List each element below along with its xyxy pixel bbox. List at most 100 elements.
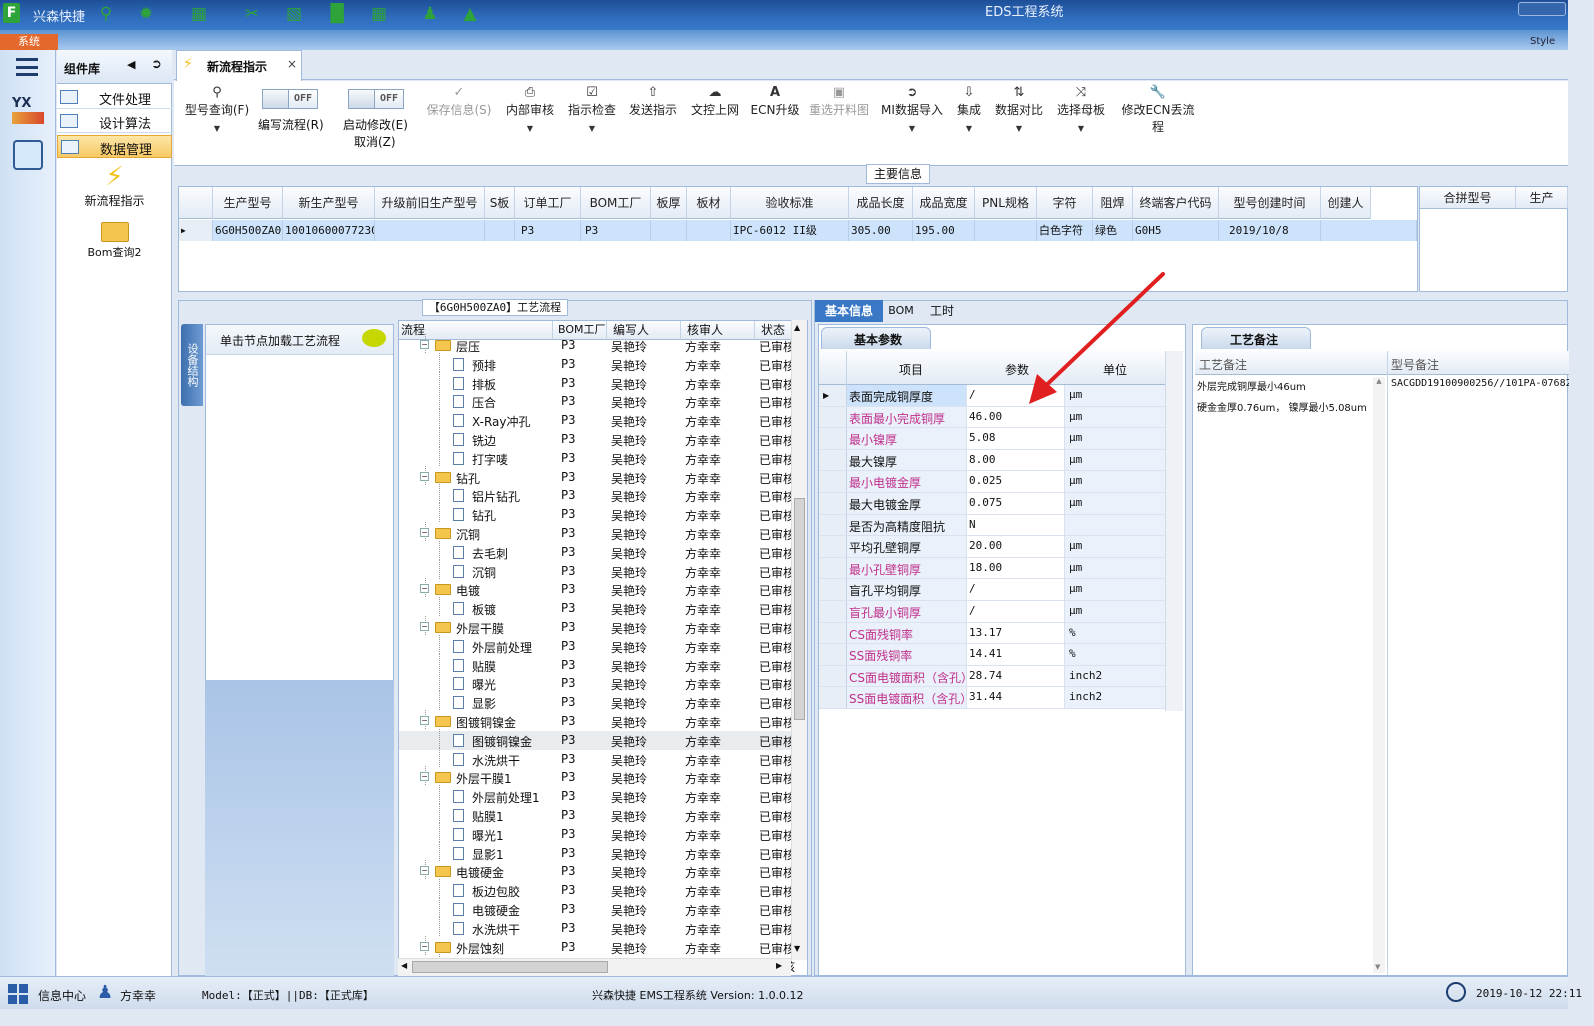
tree-row[interactable]: 曝光 P3 吴艳玲 方幸幸 已审核 [399,672,795,693]
system-tab[interactable]: 系统 [0,34,58,50]
col-header[interactable]: 工艺备注 [1199,356,1247,373]
collapse-node-icon[interactable]: − [420,528,429,537]
nav-item-file[interactable]: 文件处理 [57,86,172,109]
model-note[interactable]: SACGDD19100900256//101PA-07682 [1391,378,1569,389]
data-compare-button[interactable]: ⇅ 数据对比 ▼ [992,85,1046,133]
col-header[interactable]: 型号备注 [1391,356,1439,373]
tree-row[interactable]: 曝光1 P3 吴艳玲 方幸幸 已审核 [399,822,795,844]
scroll-down-icon[interactable]: ▼ [794,944,800,953]
param-row[interactable]: 盲孔平均铜厚 / μm [819,579,1167,601]
cell[interactable]: 白色字符 [1037,220,1093,241]
tree-row[interactable]: 板镀 P3 吴艳玲 方幸幸 已审核 [399,597,795,618]
tab-basic-info[interactable]: 基本信息 [815,300,883,322]
internal-review-button[interactable]: ⎙ 内部审核 ▼ [502,85,558,133]
cancel-label[interactable]: 取消(Z) [354,133,396,150]
row-indicator[interactable] [819,622,847,644]
col-header[interactable]: 合拼型号 [1420,187,1516,209]
col-header[interactable]: 成品宽度 [913,187,975,219]
param-value[interactable]: 0.025 [969,474,1002,487]
user-icon[interactable]: ♟ [418,2,442,26]
new-flow-shortcut[interactable]: ⚡ 新流程指示 [57,162,172,212]
tree-row[interactable]: − 钻孔 P3 吴艳玲 方幸幸 已审核 [399,465,795,487]
row-indicator[interactable] [819,557,847,579]
calculator-icon[interactable] [13,140,43,170]
row-indicator[interactable] [819,428,847,449]
collapse-node-icon[interactable]: − [420,716,429,725]
windows-icon[interactable] [8,984,28,1004]
param-row[interactable]: CS面电镀面积（含孔） 28.74 inch2 [819,665,1167,688]
pin-icon[interactable]: ➲ [151,57,162,72]
tab-new-flow[interactable]: ⚡ 新流程指示 × [176,50,302,81]
param-value[interactable]: 8.00 [969,453,996,466]
scissors-icon[interactable]: ✂ [240,2,264,26]
tree-row[interactable]: 预排 P3 吴艳玲 方幸幸 已审核 [399,352,795,374]
tree-row[interactable]: − 电镀 P3 吴艳玲 方幸幸 已审核 [399,578,795,599]
window-control-button[interactable] [1518,2,1566,16]
collapse-left-icon[interactable]: ◀ [127,58,135,71]
start-modify-toggle[interactable]: OFF [348,89,404,109]
param-row[interactable]: CS面残铜率 13.17% [819,622,1167,645]
param-value[interactable]: 0.075 [969,496,1002,509]
collapse-node-icon[interactable]: − [420,584,429,594]
search-icon[interactable]: ⚲ [94,2,118,26]
col-header[interactable]: S板 [485,187,515,219]
write-flow-toggle[interactable]: OFF [262,89,318,109]
param-value[interactable]: 20.00 [969,539,1002,552]
param-row[interactable]: 是否为高精度阻抗 N [819,514,1167,537]
col-header[interactable]: 阻焊 [1093,187,1133,219]
collapse-node-icon[interactable]: − [420,772,429,782]
param-value[interactable]: 18.00 [969,561,1002,574]
tree-row[interactable]: 铝片钻孔 P3 吴艳玲 方幸幸 已审核 [399,484,795,505]
param-row[interactable]: 平均孔壁铜厚 20.00 μm [819,536,1167,558]
param-value[interactable]: 14.41 [969,647,1002,660]
collapse-node-icon[interactable]: − [420,941,429,951]
collapse-node-icon[interactable]: − [420,866,429,876]
scroll-thumb[interactable] [412,961,608,973]
cell[interactable]: P3 [581,220,651,241]
tree-row[interactable]: − 图镀铜镍金 P3 吴艳玲 方幸幸 已审核 [399,710,795,731]
col-header[interactable]: 字符 [1037,187,1093,219]
tree-row[interactable]: − 外层干膜1 P3 吴艳玲 方幸幸 已审核 [399,766,795,787]
modify-ecn-button[interactable]: 🔧 修改ECN丢流程 [1116,85,1200,135]
cell[interactable]: G0H5 [1133,220,1219,241]
process-note-2[interactable]: 硬金金厚0.76um， 镍厚最小5.08um [1197,403,1367,415]
tab-bom[interactable]: BOM [885,300,917,322]
row-indicator[interactable] [819,449,847,471]
device-structure-tab[interactable]: 设备结构 [181,324,203,406]
cell[interactable]: 绿色 [1093,220,1133,241]
col-header[interactable]: 终端客户代码 [1133,187,1219,219]
cell[interactable] [1321,220,1417,241]
process-note-1[interactable]: 外层完成铜厚最小46um [1197,378,1367,393]
param-value[interactable]: 46.00 [969,410,1002,423]
tree-row[interactable]: 电镀硬金 P3 吴艳玲 方幸幸 已审核 [399,898,795,919]
param-value[interactable]: 5.08 [969,431,996,444]
scroll-left-icon[interactable]: ◀ [401,961,407,970]
col-header[interactable]: PNL规格 [975,187,1037,219]
send-instruction-button[interactable]: ⇧ 发送指示 [625,85,681,118]
row-indicator-icon[interactable]: ▶ [179,220,213,241]
tree-row[interactable]: 外层前处理 P3 吴艳玲 方幸幸 已审核 [399,634,795,656]
process-horizontal-scrollbar[interactable]: ◀ ▶ [398,958,791,976]
cell[interactable]: 10010600077230 [283,220,375,241]
tree-row[interactable]: 去毛刺 P3 吴艳玲 方幸幸 已审核 [399,540,795,562]
tree-row[interactable]: − 层压 P3 吴艳玲 方幸幸 已审核 [399,334,795,355]
tree-row[interactable]: 贴膜 P3 吴艳玲 方幸幸 已审核 [399,653,795,675]
bom-query-shortcut[interactable]: Bom查询2 [57,220,172,266]
reselect-diagram-button[interactable]: ▣ 重选开料图 [807,85,871,118]
nav-item-algorithm[interactable]: 设计算法 [57,110,172,133]
yx-factory-icon[interactable]: YX [12,96,44,128]
tree-row[interactable]: 外层前处理1 P3 吴艳玲 方幸幸 已审核 [399,785,795,806]
notes-tab[interactable]: 工艺备注 [1201,327,1311,349]
upload-doc-button[interactable]: ☁ 文控上网 [687,85,743,118]
tree-row[interactable]: − 外层蚀刻 P3 吴艳玲 方幸幸 已审核 [399,935,795,957]
tree-row[interactable]: 沉铜 P3 吴艳玲 方幸幸 已审核 [399,559,795,581]
process-vertical-scrollbar[interactable]: ▲ ▼ [791,320,807,960]
cell[interactable] [375,220,485,241]
tree-row[interactable]: X-Ray冲孔 P3 吴艳玲 方幸幸 已审核 [399,409,795,430]
save-button[interactable]: ✓ 保存信息(S) [424,85,494,118]
grid-icon[interactable]: ▦ [187,2,211,26]
tree-row[interactable]: 水洗烘干 P3 吴艳玲 方幸幸 已审核 [399,747,795,769]
row-indicator[interactable] [819,536,847,557]
row-indicator[interactable] [819,471,847,492]
col-header[interactable]: 成品长度 [849,187,913,219]
